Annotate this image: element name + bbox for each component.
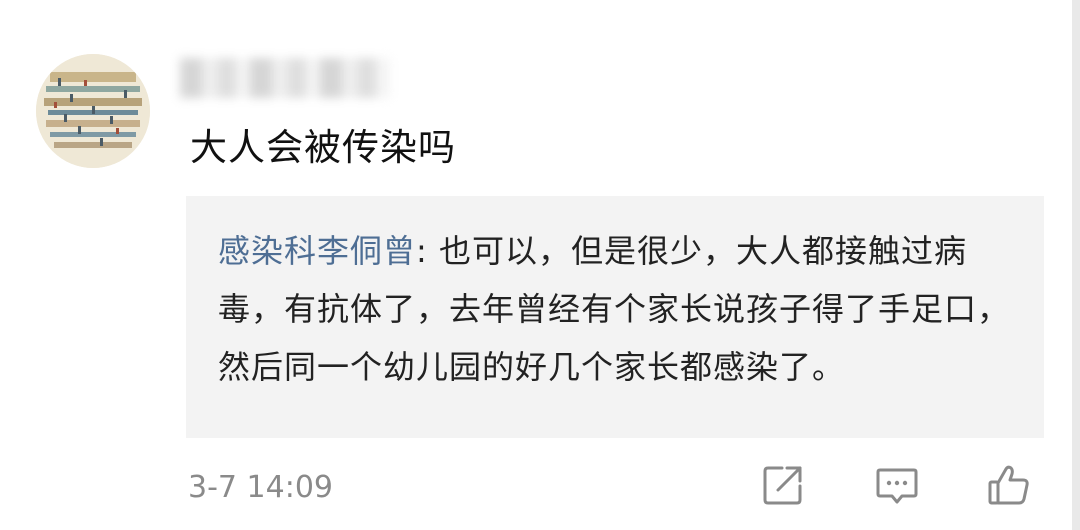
like-icon[interactable] [986,462,1032,508]
comment-timestamp: 3-7 14:09 [188,470,333,505]
comment-icon[interactable] [874,462,920,508]
comment-card: 大人会被传染吗 感染科李侗曾: 也可以，但是很少，大人都接触过病毒，有抗体了，去… [0,0,1080,530]
scrollbar[interactable] [1072,0,1080,530]
comment-text: 大人会被传染吗 [190,126,456,169]
reply-author-link[interactable]: 感染科李侗曾 [218,232,416,270]
reply-content: 感染科李侗曾: 也可以，但是很少，大人都接触过病毒，有抗体了，去年曾经有个家长说… [218,222,1018,396]
avatar-image [36,54,150,168]
username-blurred[interactable] [180,58,390,98]
avatar[interactable] [36,54,150,168]
reply-separator: : [416,232,439,270]
share-icon[interactable] [760,462,806,508]
